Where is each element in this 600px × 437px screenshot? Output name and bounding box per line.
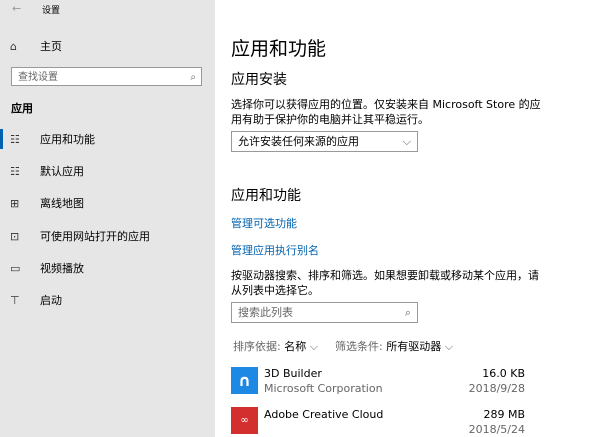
default-apps-icon: ☷	[10, 164, 20, 178]
search-icon: ⌕	[404, 306, 411, 319]
sidebar-item-apps-for-websites[interactable]: ⊡ 可使用网站打开的应用	[0, 224, 215, 248]
label: 应用和功能	[40, 133, 95, 146]
list-icon: ☷	[10, 132, 20, 146]
back-button[interactable]: ←	[12, 2, 21, 15]
3d-builder-icon: ∩	[231, 367, 258, 394]
app-date: 2018/5/24	[468, 423, 525, 436]
map-icon: ⊞	[10, 196, 20, 210]
sidebar-item-startup[interactable]: ⊤ 启动	[0, 288, 215, 312]
sidebar-item-default-apps[interactable]: ☷ 默认应用	[0, 159, 215, 183]
app-list-item[interactable]: ∩ 3D Builder Microsoft Corporation 16.0 …	[215, 364, 525, 402]
label: 默认应用	[40, 165, 84, 178]
settings-search-input[interactable]: 查找设置 ⌕	[11, 67, 202, 86]
chevron-down-icon: ⌵	[402, 135, 411, 148]
apps-description: 按驱动器搜索、排序和筛选。如果想要卸载或移动某个应用，请从列表中选择它。	[231, 269, 539, 297]
manage-optional-features-link[interactable]: 管理可选功能	[231, 215, 297, 231]
app-name: Adobe Creative Cloud	[264, 408, 384, 421]
video-icon: ▭	[10, 261, 21, 275]
app-name: 3D Builder	[264, 367, 322, 380]
search-icon: ⌕	[190, 72, 196, 83]
sidebar: ← 设置 ⌂ 主页 查找设置 ⌕ 应用 ☷ 应用和功能 ☷ 默认应用 ⊞ 离线地图 ⊡ 可使…	[0, 0, 215, 437]
label: 启动	[40, 294, 62, 307]
app-publisher: Microsoft Corporation	[264, 382, 383, 395]
main-content: 应用和功能 应用安装 选择你可以获得应用的位置。仅安装来自 Microsoft …	[215, 0, 600, 437]
sidebar-item-video-playback[interactable]: ▭ 视频播放	[0, 256, 215, 280]
startup-icon: ⊤	[10, 293, 20, 307]
app-list-item[interactable]: ∞ Adobe Creative Cloud 289 MB 2018/5/24	[215, 404, 525, 437]
install-heading: 应用安装	[231, 72, 287, 88]
manage-app-aliases-link[interactable]: 管理应用执行别名	[231, 242, 319, 258]
home-icon: ⌂	[10, 39, 17, 53]
label: 可使用网站打开的应用	[40, 230, 150, 243]
label: 视频播放	[40, 262, 84, 275]
apps-heading: 应用和功能	[231, 188, 301, 204]
label: 离线地图	[40, 197, 84, 210]
app-size: 289 MB	[483, 408, 525, 421]
chevron-down-icon: ⌵	[309, 340, 319, 353]
install-source-dropdown[interactable]: 允许安装任何来源的应用 ⌵	[231, 131, 418, 152]
filter-dropdown[interactable]: 筛选条件: 所有驱动器 ⌵	[335, 338, 453, 354]
sidebar-item-offline-maps[interactable]: ⊞ 离线地图	[0, 191, 215, 215]
app-search-input[interactable]: 搜索此列表 ⌕	[231, 302, 418, 323]
sidebar-item-apps-features[interactable]: ☷ 应用和功能	[0, 127, 215, 151]
window-title: 设置	[42, 6, 61, 16]
install-description: 选择你可以获得应用的位置。仅安装来自 Microsoft Store 的应用有助…	[231, 98, 541, 126]
website-icon: ⊡	[10, 229, 20, 243]
home-label: 主页	[40, 40, 62, 53]
sort-dropdown[interactable]: 排序依据: 名称 ⌵	[233, 338, 318, 354]
app-date: 2018/9/28	[468, 382, 525, 395]
page-title: 应用和功能	[231, 38, 327, 60]
section-heading: 应用	[11, 102, 33, 115]
adobe-creative-cloud-icon: ∞	[231, 407, 258, 434]
sidebar-item-home[interactable]: ⌂ 主页	[0, 34, 215, 58]
app-size: 16.0 KB	[482, 367, 525, 380]
chevron-down-icon: ⌵	[444, 340, 454, 353]
